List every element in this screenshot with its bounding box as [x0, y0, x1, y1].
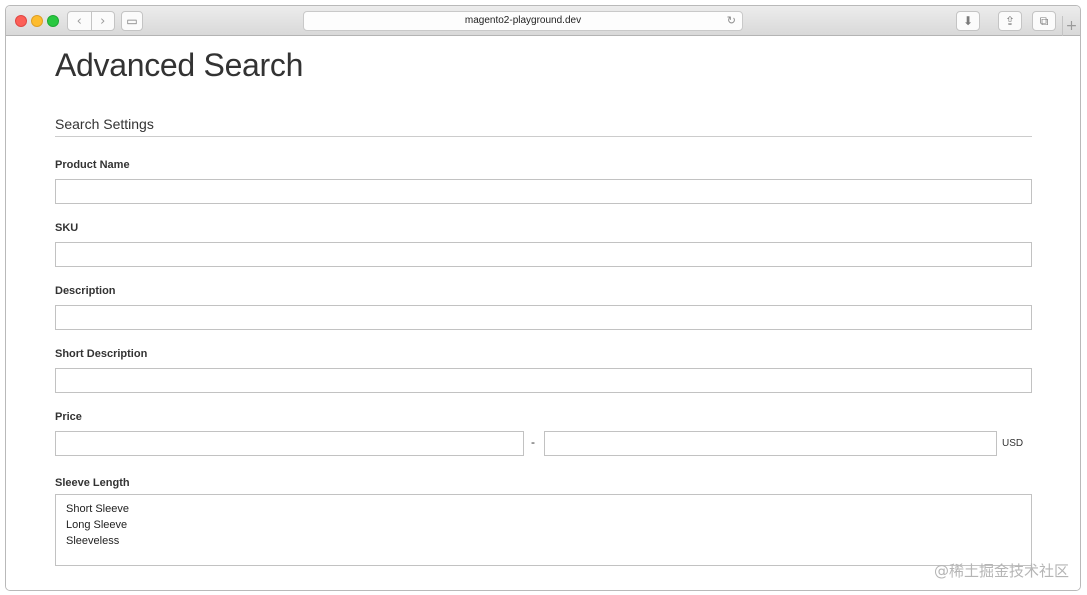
price-to-input[interactable] [544, 431, 997, 456]
watermark: @稀土掘金技术社区 [933, 562, 1069, 580]
section-legend: Search Settings [55, 116, 154, 132]
product-name-label: Product Name [55, 159, 130, 171]
tabs-icon[interactable]: ⧉ [1032, 11, 1056, 31]
page-title: Advanced Search [55, 47, 304, 83]
back-icon[interactable]: ‹ [68, 12, 91, 30]
price-currency: USD [1002, 438, 1024, 449]
sleeve-option[interactable]: Sleeveless [66, 533, 1031, 549]
product-name-input[interactable] [55, 179, 1032, 204]
new-tab-icon[interactable]: + [1062, 16, 1080, 36]
zoom-window-button[interactable] [47, 15, 59, 27]
url-text: magento2-playground.dev [464, 15, 582, 26]
history-nav: ‹ › [67, 11, 115, 31]
share-icon[interactable]: ⇪ [998, 11, 1022, 31]
sleeve-length-select[interactable]: Short Sleeve Long Sleeve Sleeveless [55, 494, 1032, 566]
sku-label: SKU [55, 222, 79, 234]
close-window-button[interactable] [15, 15, 27, 27]
short-description-label: Short Description [55, 348, 148, 360]
sleeve-option[interactable]: Short Sleeve [66, 501, 1031, 517]
reload-icon[interactable]: ↻ [727, 12, 736, 30]
short-description-input[interactable] [55, 368, 1032, 393]
download-icon[interactable]: ⬇ [956, 11, 980, 31]
sidebar-icon[interactable]: ▭ [121, 11, 143, 31]
sleeve-option[interactable]: Long Sleeve [66, 517, 1031, 533]
browser-toolbar: ‹ › ▭ magento2-playground.dev ↻ ⬇ ⇪ ⧉ + [6, 6, 1080, 36]
price-label: Price [55, 411, 82, 423]
legend-divider [55, 136, 1032, 137]
price-range-separator: - [531, 435, 535, 449]
description-label: Description [55, 285, 116, 297]
price-from-input[interactable] [55, 431, 524, 456]
browser-window: ‹ › ▭ magento2-playground.dev ↻ ⬇ ⇪ ⧉ + … [5, 5, 1081, 591]
description-input[interactable] [55, 305, 1032, 330]
sku-input[interactable] [55, 242, 1032, 267]
sleeve-length-label: Sleeve Length [55, 477, 130, 489]
address-bar[interactable]: magento2-playground.dev ↻ [303, 11, 743, 31]
forward-icon[interactable]: › [90, 12, 115, 30]
page-content: Advanced Search Search Settings Product … [6, 37, 1080, 590]
minimize-window-button[interactable] [31, 15, 43, 27]
